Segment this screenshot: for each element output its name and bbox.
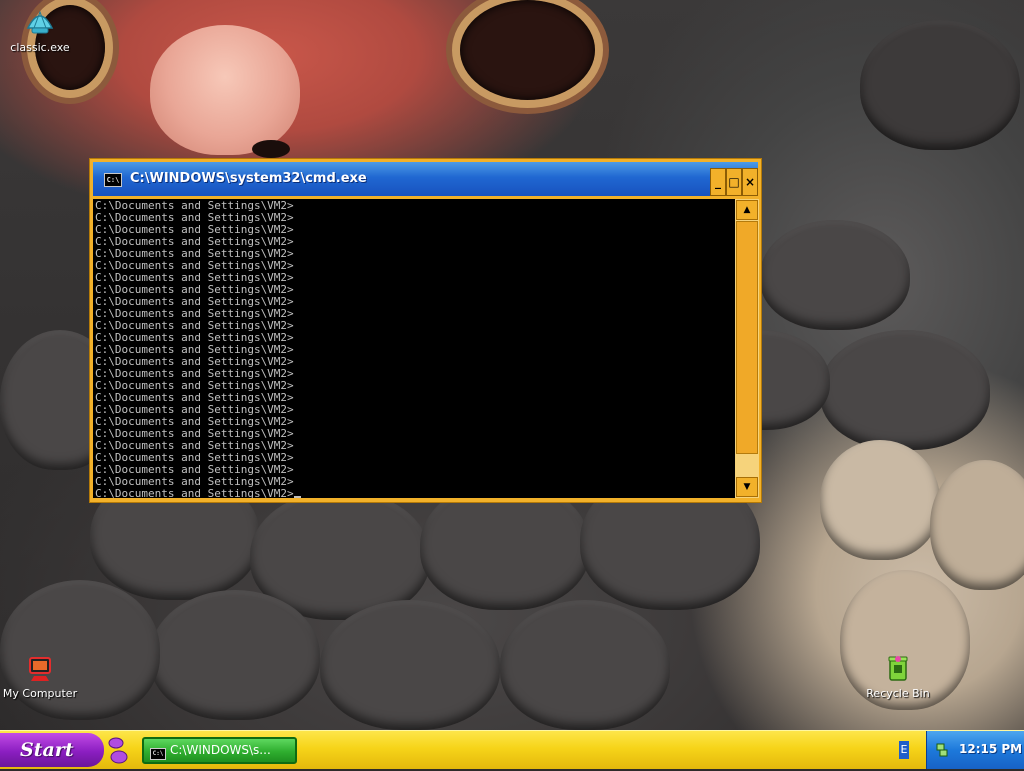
- start-button[interactable]: Start: [0, 733, 104, 767]
- scroll-down-button[interactable]: ▼: [736, 477, 758, 497]
- scroll-up-button[interactable]: ▲: [736, 200, 758, 220]
- recycle-bin-icon: [882, 652, 914, 684]
- scroll-thumb[interactable]: [736, 221, 758, 454]
- shell-icon: [24, 6, 56, 38]
- vertical-scrollbar[interactable]: ▲ ▼: [735, 199, 759, 498]
- text-cursor: [293, 496, 301, 498]
- minimize-button[interactable]: _: [710, 168, 726, 196]
- maximize-button[interactable]: □: [726, 168, 742, 196]
- cmd-window[interactable]: C:\ C:\WINDOWS\system32\cmd.exe _ □ × C:…: [89, 158, 762, 503]
- desktop-icon-classic-exe[interactable]: classic.exe: [0, 6, 80, 54]
- computer-icon: [24, 652, 56, 684]
- title-bar[interactable]: C:\ C:\WINDOWS\system32\cmd.exe _ □ ×: [93, 162, 758, 198]
- start-decoration: [107, 733, 131, 767]
- system-tray: 12:15 PM: [926, 731, 1024, 769]
- window-title: C:\WINDOWS\system32\cmd.exe: [130, 171, 367, 186]
- console-icon: C:\: [104, 173, 122, 187]
- clock[interactable]: 12:15 PM: [959, 742, 1022, 756]
- network-icon[interactable]: [936, 742, 948, 757]
- close-button[interactable]: ×: [742, 168, 758, 196]
- console-output[interactable]: C:\Documents and Settings\VM2> C:\Docume…: [93, 199, 735, 498]
- language-indicator[interactable]: E: [899, 741, 909, 759]
- taskbar: Start C:\ C:\WINDOWS\s... E 12:15 PM: [0, 730, 1024, 769]
- taskbar-button-cmd[interactable]: C:\ C:\WINDOWS\s...: [142, 737, 297, 764]
- desktop-icon-label: My Computer: [2, 687, 78, 700]
- desktop-icon-recycle-bin[interactable]: Recycle Bin: [858, 652, 938, 700]
- taskbar-button-label: C:\WINDOWS\s...: [170, 743, 271, 757]
- desktop-icon-label: Recycle Bin: [866, 687, 930, 700]
- console-line: C:\Documents and Settings\VM2>: [95, 487, 294, 499]
- console-text: C:\Documents and Settings\VM2> C:\Docume…: [93, 199, 735, 498]
- desktop-icon-label: classic.exe: [10, 41, 70, 54]
- console-icon: C:\: [150, 748, 166, 760]
- desktop-icon-my-computer[interactable]: My Computer: [0, 652, 80, 700]
